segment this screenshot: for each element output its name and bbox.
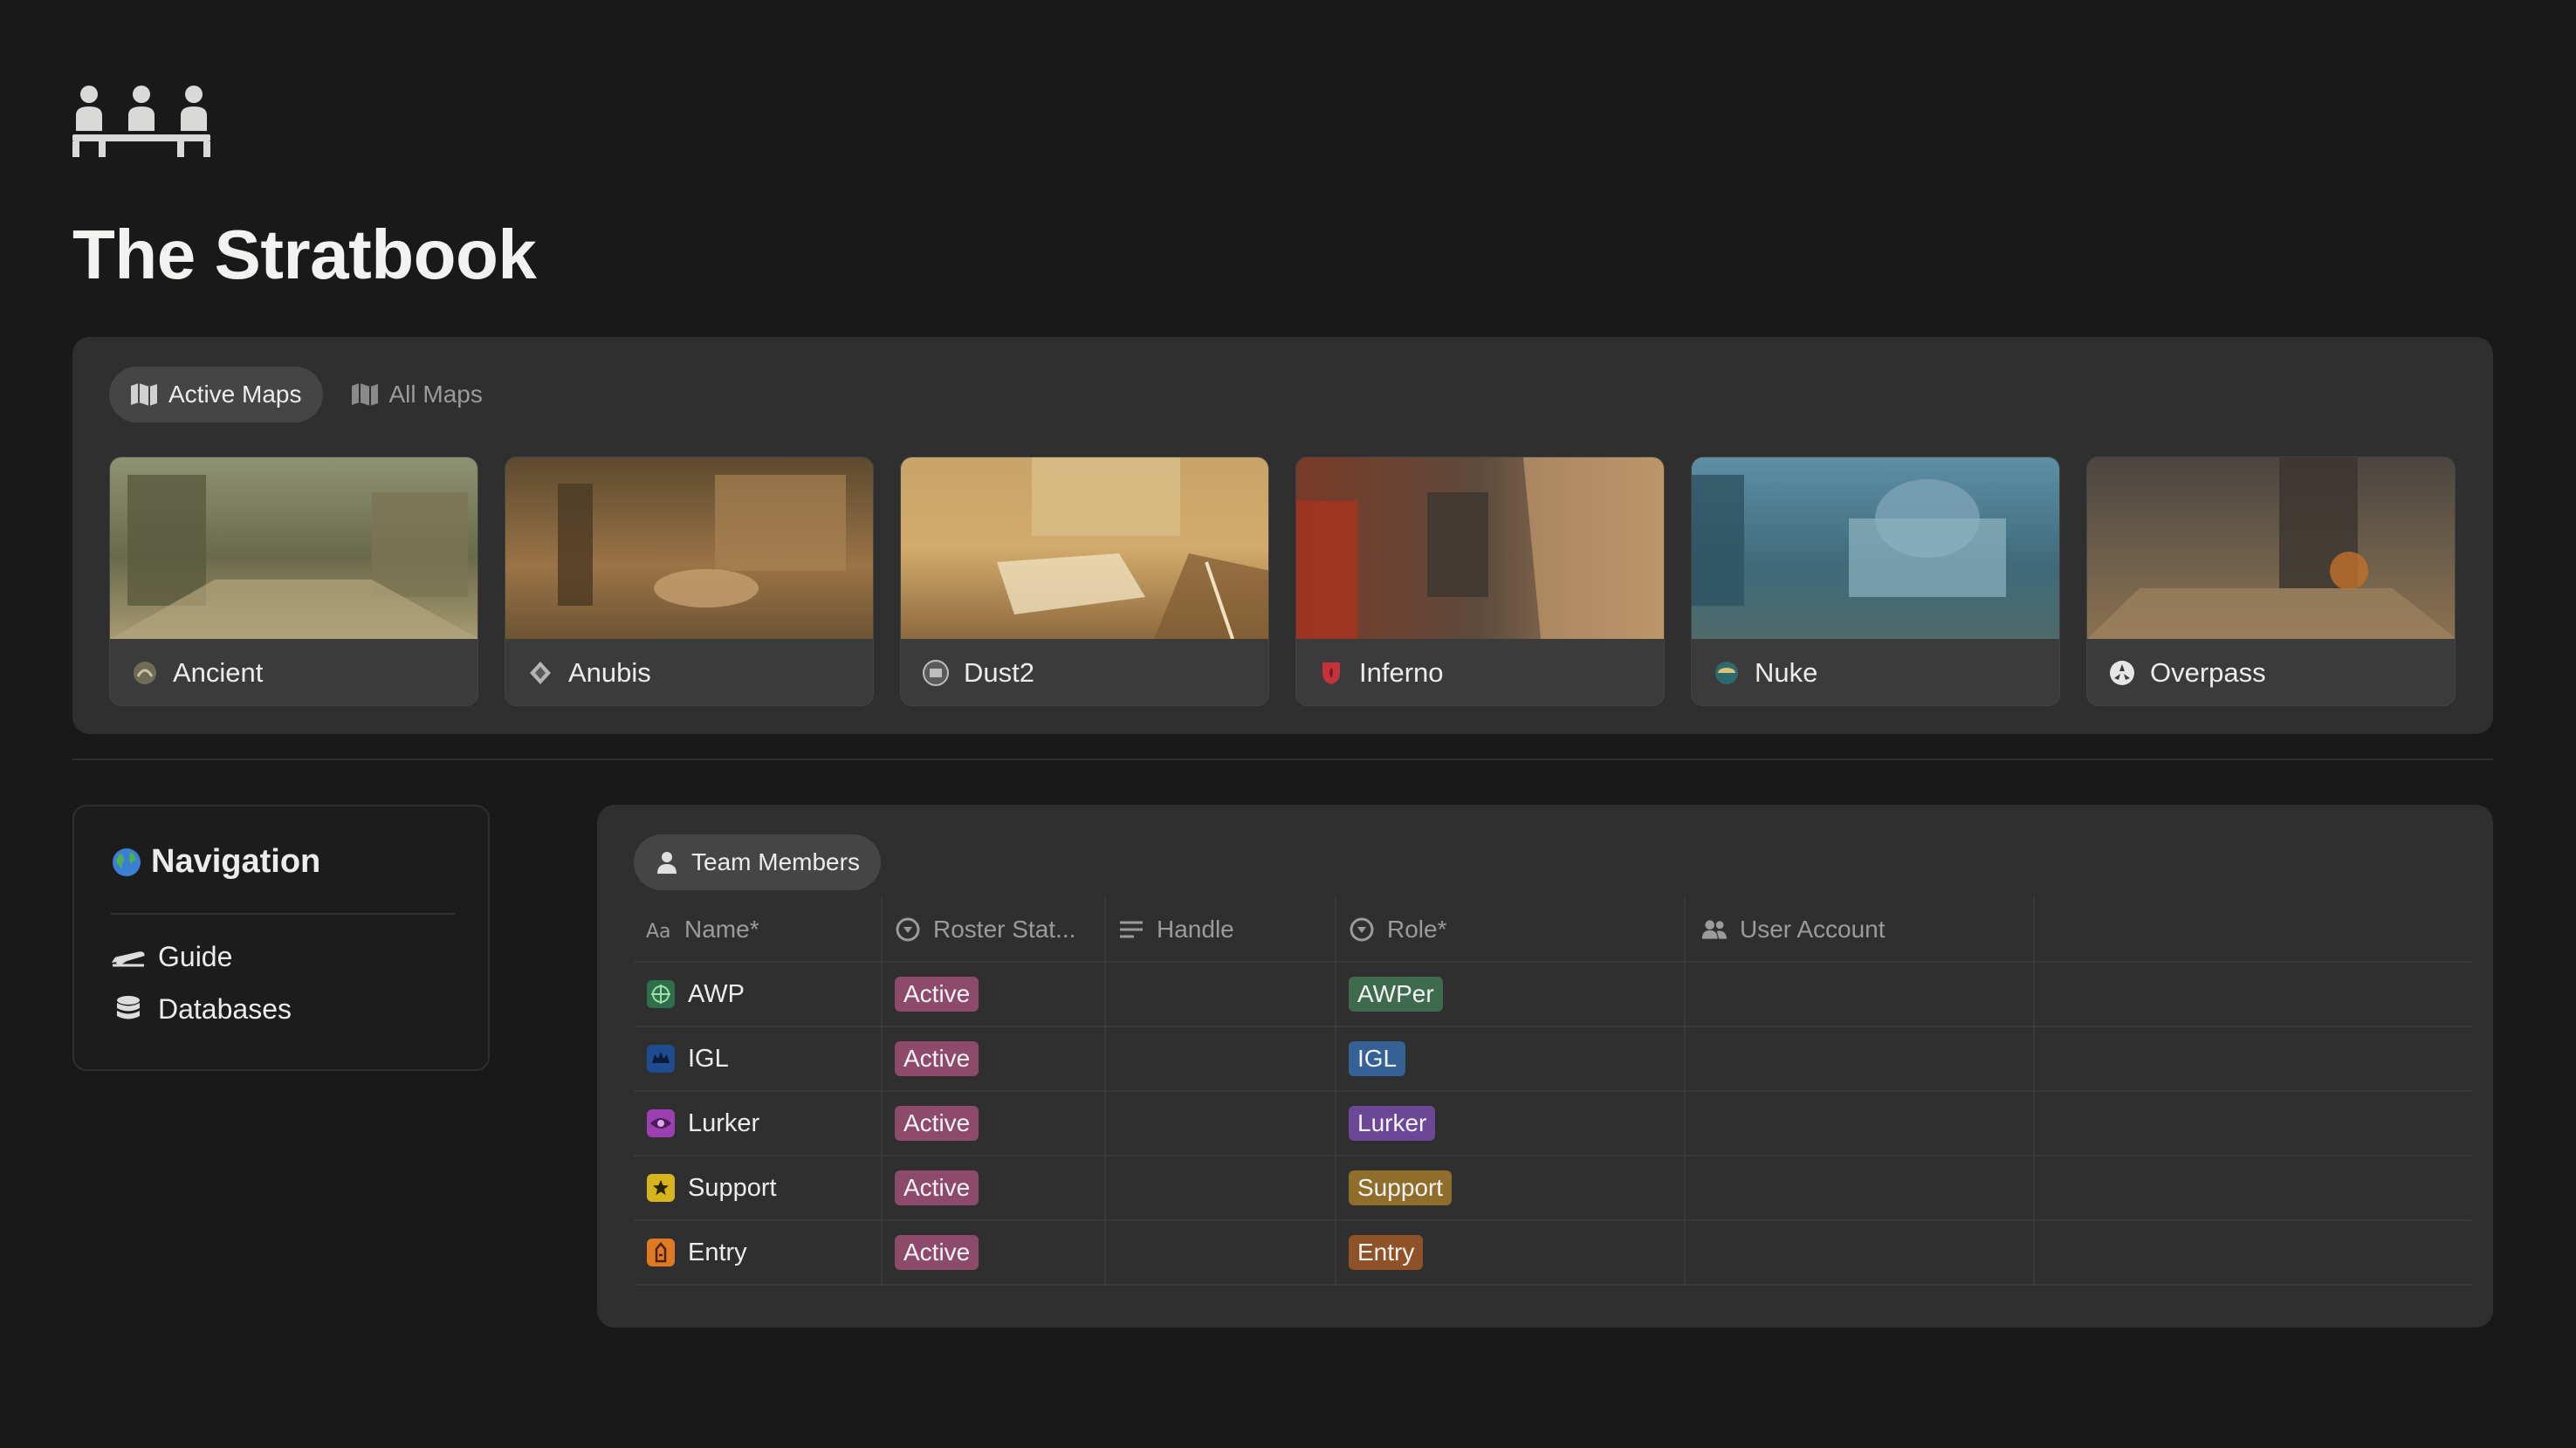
tab-all-maps[interactable]: All Maps (330, 367, 504, 422)
role-tag: AWPer (1349, 976, 1443, 1012)
column-header-empty (2033, 897, 2471, 963)
map-thumbnail (1692, 457, 2059, 639)
row-name: Support (688, 1173, 777, 1202)
support-icon (647, 1174, 675, 1202)
text-property-icon: Aa (646, 921, 671, 943)
text-lines-icon (1120, 921, 1143, 937)
airplane-icon (111, 950, 145, 966)
anubis-map-icon (530, 662, 551, 684)
overpass-map-icon (2110, 661, 2134, 685)
table-header-row: Aa Name* Roster Stat... Handle Role* Use… (634, 897, 2471, 963)
maps-gallery: Active Maps All Maps Ancient Anubis Dust… (72, 337, 2493, 734)
map-icon (351, 383, 378, 406)
nav-link-guide[interactable]: Guide (111, 941, 232, 973)
database-icon (117, 995, 140, 1019)
map-thumbnail (901, 457, 1268, 639)
role-tag: IGL (1349, 1040, 1406, 1077)
svg-text:Aa: Aa (646, 921, 671, 943)
status-tag: Active (895, 1234, 979, 1271)
igl-icon (647, 1045, 675, 1073)
table-row[interactable]: Lurker Active Lurker (634, 1091, 2471, 1156)
role-tag: Support (1349, 1170, 1453, 1206)
entry-icon (647, 1239, 675, 1266)
section-divider (72, 758, 2493, 760)
table-row[interactable]: Support Active Support (634, 1156, 2471, 1221)
map-card-ancient[interactable]: Ancient (109, 456, 478, 706)
column-header-roster-status[interactable]: Roster Stat... (881, 897, 1105, 963)
table-row[interactable]: AWP Active AWPer (634, 962, 2471, 1027)
status-property-icon (1350, 917, 1374, 941)
page-title: The Stratbook (72, 216, 537, 293)
lurker-icon (647, 1109, 675, 1137)
navigation-heading: Navigation (111, 843, 320, 881)
map-card-inferno[interactable]: Inferno (1295, 456, 1665, 706)
dust2-map-icon (923, 660, 949, 686)
status-tag: Active (895, 976, 979, 1012)
map-card-label: Ancient (110, 639, 477, 705)
role-tag: Entry (1349, 1234, 1424, 1271)
map-thumbnail (1296, 457, 1664, 639)
navigation-box: Navigation Guide Databases (72, 805, 490, 1071)
nav-link-databases[interactable]: Databases (111, 993, 292, 1026)
map-card-label: Overpass (2087, 639, 2455, 705)
tab-team-members[interactable]: Team Members (634, 834, 881, 890)
status-tag: Active (895, 1170, 979, 1206)
map-card-label: Nuke (1692, 639, 2059, 705)
tab-active-maps[interactable]: Active Maps (109, 367, 323, 422)
status-tag: Active (895, 1040, 979, 1077)
map-thumbnail (110, 457, 477, 639)
ancient-map-icon (134, 662, 156, 684)
map-card-label: Inferno (1296, 639, 1664, 705)
inferno-map-icon (1322, 662, 1340, 684)
team-members-table: Aa Name* Roster Stat... Handle Role* Use… (634, 897, 2471, 1286)
people-icon (1701, 919, 1728, 939)
map-thumbnail (2087, 457, 2455, 639)
tab-label: Active Maps (168, 381, 302, 408)
maps-view-tabs: Active Maps All Maps (109, 367, 504, 422)
row-name: Lurker (688, 1108, 760, 1137)
row-name: AWP (688, 979, 745, 1008)
status-property-icon (896, 917, 920, 941)
map-card-overpass[interactable]: Overpass (2086, 456, 2456, 706)
person-icon (657, 852, 677, 874)
map-cards: Ancient Anubis Dust2 Inferno Nuke Overpa… (109, 456, 2456, 706)
map-card-anubis[interactable]: Anubis (505, 456, 874, 706)
column-header-role[interactable]: Role* (1335, 897, 1685, 963)
table-row[interactable]: IGL Active IGL (634, 1026, 2471, 1092)
map-card-dust2[interactable]: Dust2 (900, 456, 1269, 706)
table-row[interactable]: Entry Active Entry (634, 1220, 2471, 1286)
globe-icon (113, 848, 141, 876)
map-thumbnail (505, 457, 873, 639)
map-card-label: Dust2 (901, 639, 1268, 705)
row-name: Entry (688, 1238, 747, 1266)
tab-label: All Maps (388, 381, 483, 408)
column-header-user-account[interactable]: User Account (1684, 897, 2034, 963)
column-header-name[interactable]: Aa Name* (634, 897, 882, 963)
role-tag: Lurker (1349, 1105, 1436, 1142)
nuke-map-icon (1715, 662, 1738, 684)
map-icon (131, 383, 157, 406)
map-card-label: Anubis (505, 639, 873, 705)
row-name: IGL (688, 1044, 729, 1073)
team-meeting-icon (72, 86, 210, 157)
navigation-divider (111, 913, 455, 915)
map-card-nuke[interactable]: Nuke (1691, 456, 2060, 706)
status-tag: Active (895, 1105, 979, 1142)
column-header-handle[interactable]: Handle (1104, 897, 1336, 963)
awp-icon (647, 980, 675, 1008)
team-members-panel: Team Members Aa Name* Roster Stat... Han… (597, 805, 2493, 1328)
